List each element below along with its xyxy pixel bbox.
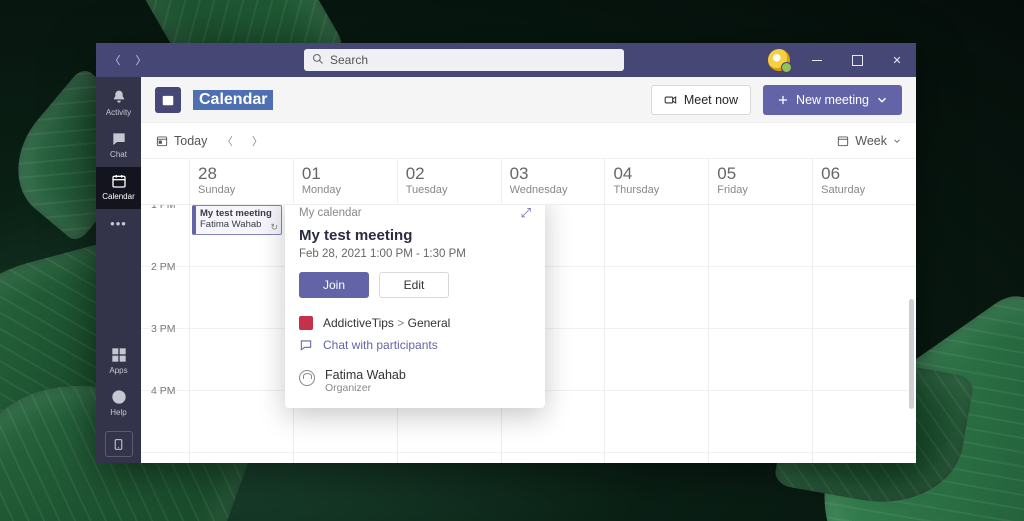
- popup-title: My test meeting: [299, 227, 531, 244]
- person-icon: [299, 370, 315, 386]
- expand-icon[interactable]: ⤢: [521, 205, 531, 221]
- event-organizer: Fatima Wahab: [200, 220, 277, 231]
- title-bar: 〈 〉 Search: [96, 43, 916, 77]
- video-icon: [664, 93, 678, 107]
- join-button[interactable]: Join: [299, 272, 369, 298]
- chevron-down-icon: [892, 136, 902, 146]
- window-maximize-button[interactable]: [844, 47, 870, 73]
- organizer-name: Fatima Wahab: [325, 368, 406, 382]
- recurring-icon: ↻: [270, 222, 278, 232]
- rail-item-calendar[interactable]: Calendar: [96, 167, 141, 209]
- day-header[interactable]: 01Monday: [293, 159, 397, 204]
- page-title: Calendar: [193, 90, 273, 110]
- rail-label: Activity: [106, 108, 131, 117]
- event-popup: My calendar ⤢ My test meeting Feb 28, 20…: [285, 205, 545, 408]
- bell-icon: [111, 89, 127, 105]
- new-meeting-button[interactable]: New meeting: [763, 85, 902, 115]
- organizer-role: Organizer: [325, 382, 406, 394]
- chat-with-participants-link[interactable]: Chat with participants: [299, 334, 531, 356]
- calendar-event[interactable]: My test meeting Fatima Wahab ↻: [192, 205, 282, 235]
- calendar-icon: [836, 134, 850, 148]
- search-input[interactable]: Search: [304, 49, 624, 71]
- popup-source: My calendar: [299, 207, 362, 219]
- rail-item-activity[interactable]: Activity: [96, 83, 141, 125]
- main-area: Calendar Meet now New meeting Today 〈: [141, 77, 916, 463]
- organizer-row[interactable]: Fatima Wahab Organizer: [299, 368, 531, 394]
- day-header[interactable]: 06Saturday: [812, 159, 916, 204]
- day-header[interactable]: 03Wednesday: [501, 159, 605, 204]
- rail-item-help[interactable]: Help: [96, 383, 141, 425]
- more-icon: •••: [111, 215, 127, 231]
- hour-label: 2 PM: [141, 261, 189, 273]
- chat-label: Chat with participants: [323, 338, 438, 352]
- search-placeholder: Search: [330, 53, 368, 67]
- calendar-icon: [111, 173, 127, 189]
- calendar-grid[interactable]: 28Sunday 01Monday 02Tuesday 03Wednesday …: [141, 159, 916, 463]
- search-icon: [312, 53, 324, 68]
- rail-item-more[interactable]: •••: [96, 209, 141, 239]
- view-switcher[interactable]: Week: [836, 134, 902, 148]
- day-header[interactable]: 05Friday: [708, 159, 812, 204]
- rail-item-chat[interactable]: Chat: [96, 125, 141, 167]
- plus-icon: [776, 93, 790, 107]
- channel-link[interactable]: AddictiveTips > General: [299, 312, 531, 334]
- day-header[interactable]: 28Sunday: [189, 159, 293, 204]
- help-icon: [111, 389, 127, 405]
- hour-label: 4 PM: [141, 385, 189, 397]
- edit-button[interactable]: Edit: [379, 272, 449, 298]
- chat-icon: [299, 338, 313, 352]
- day-header[interactable]: 02Tuesday: [397, 159, 501, 204]
- day-headers: 28Sunday 01Monday 02Tuesday 03Wednesday …: [141, 159, 916, 205]
- rail-label: Chat: [110, 150, 127, 159]
- today-label: Today: [174, 134, 207, 148]
- meet-now-label: Meet now: [684, 93, 738, 107]
- today-icon: [155, 134, 169, 148]
- calendar-toolbar: Today 〈 〉 Week: [141, 123, 916, 159]
- avatar[interactable]: [768, 49, 790, 71]
- next-period-button[interactable]: 〉: [247, 133, 267, 149]
- nav-back-button[interactable]: 〈: [102, 47, 128, 73]
- view-label: Week: [855, 134, 887, 148]
- rail-download-button[interactable]: [105, 431, 133, 457]
- nav-forward-button[interactable]: 〉: [128, 47, 154, 73]
- prev-period-button[interactable]: 〈: [217, 133, 237, 149]
- day-header[interactable]: 04Thursday: [604, 159, 708, 204]
- window-minimize-button[interactable]: [804, 47, 830, 73]
- today-button[interactable]: Today: [155, 134, 207, 148]
- rail-item-apps[interactable]: Apps: [96, 341, 141, 383]
- page-header: Calendar Meet now New meeting: [141, 77, 916, 123]
- grid-body[interactable]: 1 PM 2 PM 3 PM 4 PM My test meeting Fati…: [141, 205, 916, 463]
- hour-label: 3 PM: [141, 323, 189, 335]
- rail-label: Calendar: [102, 192, 134, 201]
- app-rail: Activity Chat Calendar ••• Apps Help: [96, 77, 141, 463]
- hour-label: 1 PM: [141, 205, 189, 211]
- popup-time: Feb 28, 2021 1:00 PM - 1:30 PM: [299, 248, 531, 260]
- rail-label: Help: [110, 408, 126, 417]
- apps-icon: [111, 347, 127, 363]
- new-meeting-label: New meeting: [796, 93, 869, 107]
- meet-now-button[interactable]: Meet now: [651, 85, 751, 115]
- scrollbar[interactable]: [909, 299, 914, 409]
- rail-label: Apps: [109, 366, 127, 375]
- calendar-badge-icon: [155, 87, 181, 113]
- window-close-button[interactable]: [884, 47, 910, 73]
- chat-icon: [111, 131, 127, 147]
- chevron-down-icon: [875, 93, 889, 107]
- teams-window: 〈 〉 Search Activity Chat: [96, 43, 916, 463]
- team-icon: [299, 316, 313, 330]
